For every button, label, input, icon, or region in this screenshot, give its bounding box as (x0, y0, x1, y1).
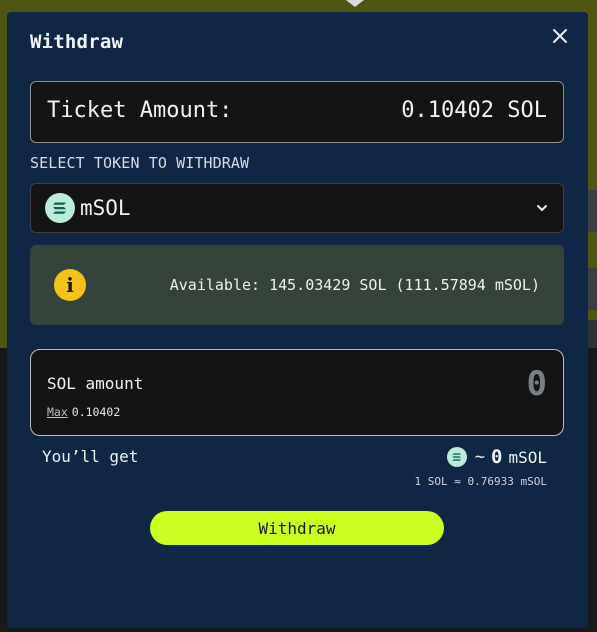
available-balance-text: Available: 145.03429 SOL (111.57894 mSOL… (169, 276, 540, 294)
receive-value: 0 (491, 446, 503, 468)
receive-unit: mSOL (508, 447, 547, 467)
max-button[interactable]: Max (47, 405, 68, 419)
token-select-dropdown[interactable]: mSOL (30, 183, 564, 233)
ticket-amount-box: Ticket Amount: 0.10402 SOL (30, 81, 564, 143)
solana-token-icon (446, 447, 467, 467)
receive-amount: ~ 0 mSOL (446, 445, 547, 469)
chevron-down-icon (537, 205, 547, 211)
sol-amount-label: SOL amount (47, 374, 144, 393)
exchange-rate: 1 SOL ≈ 0.76933 mSOL (414, 475, 547, 488)
solana-token-icon (45, 193, 75, 223)
receive-label: You’ll get (42, 447, 139, 466)
receive-approx-symbol: ~ (474, 447, 486, 467)
ticket-amount-label: Ticket Amount: (47, 98, 233, 123)
close-icon (553, 29, 567, 43)
withdraw-button[interactable]: Withdraw (150, 511, 444, 545)
ticket-amount-value: 0.10402 SOL (401, 98, 547, 123)
max-value: 0.10402 (71, 405, 121, 419)
max-row: Max 0.10402 (47, 405, 120, 419)
background-caret-icon (346, 0, 364, 7)
select-token-label: SELECT TOKEN TO WITHDRAW (30, 154, 250, 172)
info-icon: i (54, 269, 86, 301)
available-balance-notice: i Available: 145.03429 SOL (111.57894 mS… (30, 245, 564, 325)
sol-amount-box: SOL amount Max 0.10402 (30, 349, 564, 436)
close-button[interactable] (550, 26, 570, 46)
withdraw-modal: Withdraw Ticket Amount: 0.10402 SOL SELE… (7, 12, 588, 628)
modal-title: Withdraw (30, 31, 124, 53)
sol-amount-input[interactable] (347, 364, 547, 404)
selected-token-name: mSOL (80, 196, 131, 220)
